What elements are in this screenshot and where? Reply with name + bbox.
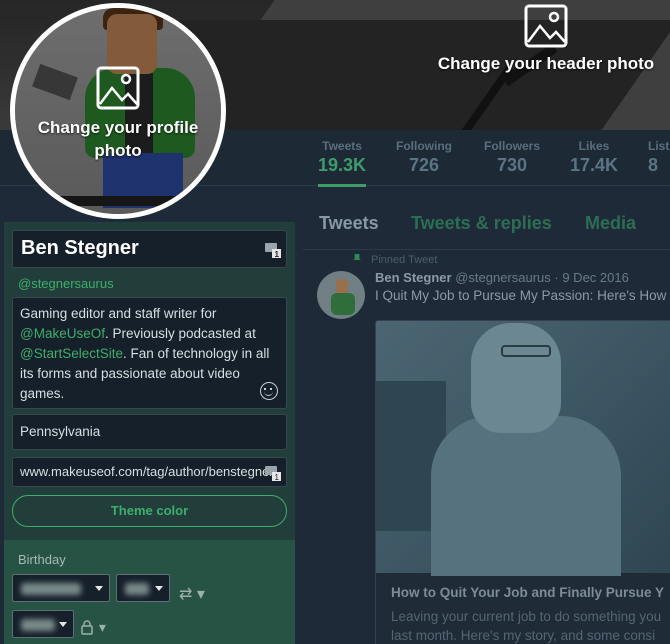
stat-label: Followers — [484, 139, 541, 153]
website-field[interactable]: www.makeuseof.com/tag/author/benstegner … — [12, 457, 287, 487]
tweet-header: Ben Stegner @stegnersaurus · 9 Dec 2016 — [375, 270, 629, 285]
stat-lists[interactable]: Lists 8 — [648, 139, 670, 176]
website-value: www.makeuseof.com/tag/author/benstegner — [20, 464, 274, 479]
link-card[interactable]: How to Quit Your Job and Finally Pursue … — [375, 320, 670, 644]
card-image-part — [501, 345, 551, 357]
card-image-part — [431, 416, 621, 576]
svg-text:1: 1 — [275, 250, 280, 259]
blurred-value — [125, 583, 149, 595]
character-counter-icon: 1 — [265, 243, 281, 259]
profile-edit-page: Change your header photo Tweets 19.3K Fo… — [0, 0, 670, 644]
birthday-month-select[interactable] — [12, 574, 110, 602]
change-profile-photo-label: Change your profile photo — [37, 118, 199, 160]
blurred-value — [21, 583, 81, 595]
svg-text:1: 1 — [275, 473, 280, 482]
change-profile-photo-button[interactable]: Change your profile photo — [15, 66, 221, 162]
tweet-author-name[interactable]: Ben Stegner — [375, 270, 452, 285]
tweet-text: I Quit My Job to Pursue My Passion: Here… — [375, 288, 667, 303]
blurred-value — [21, 619, 55, 631]
stat-label: Tweets — [322, 139, 362, 153]
stat-label: Following — [396, 139, 452, 153]
image-icon — [524, 4, 568, 48]
card-description: Leaving your current job to do something… — [391, 607, 661, 644]
pin-icon — [353, 254, 361, 260]
stat-label: Likes — [578, 139, 610, 153]
timeline-tabs: Tweets Tweets & replies Media — [303, 196, 670, 250]
chevron-down-icon — [95, 586, 103, 591]
lock-icon[interactable]: ▾ — [79, 619, 109, 637]
avatar-figure-part — [331, 293, 355, 315]
avatar[interactable] — [317, 271, 365, 319]
change-header-photo-label: Change your header photo — [437, 54, 655, 73]
stat-value: 19.3K — [318, 155, 367, 175]
birthday-year-select[interactable] — [12, 610, 74, 638]
location-value: Pennsylvania — [20, 424, 101, 439]
bio-text: Gaming editor and staff writer for — [20, 306, 217, 321]
visibility-swap-icon[interactable]: ⇄ ▾ — [179, 584, 209, 603]
bio-mention-link[interactable]: @StartSelectSite — [20, 346, 123, 361]
card-image — [376, 321, 670, 576]
stat-value: 730 — [496, 155, 528, 175]
change-header-photo-button[interactable]: Change your header photo — [420, 4, 670, 74]
profile-avatar[interactable]: Change your profile photo — [10, 3, 226, 219]
location-field[interactable]: Pennsylvania — [12, 414, 287, 450]
name-field[interactable]: Ben Stegner 1 — [12, 230, 287, 268]
birthday-label: Birthday — [18, 552, 66, 567]
card-title: How to Quit Your Job and Finally Pursue … — [391, 585, 665, 600]
bio-field[interactable]: Gaming editor and staff writer for @Make… — [12, 297, 287, 409]
theme-color-button[interactable]: Theme color — [12, 495, 287, 527]
chevron-down-icon — [155, 586, 163, 591]
tab-media[interactable]: Media — [585, 213, 636, 234]
card-description-line: last month. Here's my story, and some co… — [391, 628, 656, 643]
avatar-image: Change your profile photo — [15, 8, 221, 214]
stat-followers[interactable]: Followers 730 — [484, 139, 540, 176]
pinned-indicator: Pinned Tweet — [353, 254, 437, 266]
tab-tweets-and-replies[interactable]: Tweets & replies — [411, 213, 552, 234]
stat-tweets[interactable]: Tweets 19.3K — [318, 139, 367, 187]
name-value: Ben Stegner — [21, 237, 139, 259]
profile-timeline: Tweets Tweets & replies Media Pinned Twe… — [303, 196, 670, 644]
lock-glyph — [81, 620, 93, 635]
birthday-day-select[interactable] — [116, 574, 170, 602]
stat-label: Lists — [648, 139, 670, 153]
emoji-icon[interactable] — [260, 382, 278, 400]
stat-value: 8 — [648, 155, 659, 175]
stat-likes[interactable]: Likes 17.4K — [570, 139, 618, 176]
chevron-down-icon — [59, 622, 67, 627]
image-icon — [96, 66, 140, 110]
stat-value: 726 — [408, 155, 440, 175]
tweet-meta: @stegnersaurus · 9 Dec 2016 — [455, 270, 629, 285]
profile-edit-panel: Ben Stegner 1 @stegnersaurus Gaming edit… — [4, 222, 295, 644]
stat-value: 17.4K — [570, 155, 619, 175]
stat-following[interactable]: Following 726 — [396, 139, 452, 176]
card-image-part — [471, 323, 561, 433]
pinned-tweet[interactable]: Pinned Tweet Ben Stegner @stegnersaurus … — [303, 252, 670, 644]
tab-tweets[interactable]: Tweets — [319, 213, 379, 234]
card-description-line: Leaving your current job to do something… — [391, 609, 662, 624]
handle: @stegnersaurus — [18, 276, 114, 291]
avatar-figure-part — [336, 279, 348, 293]
bio-text: . Previously podcasted at — [104, 326, 256, 341]
character-counter-icon: 1 — [265, 466, 281, 482]
bio-mention-link[interactable]: @MakeUseOf — [20, 326, 105, 341]
pinned-label: Pinned Tweet — [371, 254, 438, 266]
